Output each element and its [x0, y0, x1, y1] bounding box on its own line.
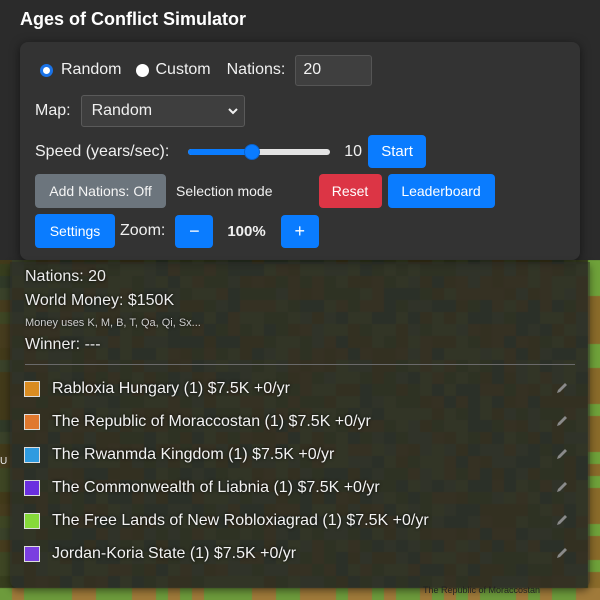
radio-checked-icon[interactable]	[40, 63, 53, 77]
zoom-label: Zoom:	[120, 222, 166, 239]
pencil-icon[interactable]	[555, 447, 569, 461]
nations-input[interactable]: 20	[295, 54, 373, 86]
money-note: Money uses K, M, B, T, Qa, Qi, Sx...	[25, 317, 201, 329]
control-panel: Random Custom Nations: 20 Map: Random Sp…	[20, 42, 580, 260]
speed-label: Speed (years/sec):	[35, 142, 170, 160]
random-radio-label[interactable]: Random	[61, 61, 121, 79]
nation-color-swatch	[24, 447, 40, 463]
add-nations-button[interactable]: Add Nations: Off	[35, 174, 166, 208]
nation-color-swatch	[24, 513, 40, 529]
pencil-icon[interactable]	[555, 546, 569, 560]
pencil-icon[interactable]	[555, 381, 569, 395]
map-nation-label-left: U	[0, 456, 8, 467]
zoom-row: Settings Zoom: − 100% +	[35, 214, 319, 248]
nation-item[interactable]: Jordan-Koria State (1) $7.5K +0/yr	[24, 541, 579, 567]
zoom-out-button[interactable]: −	[175, 214, 214, 248]
start-button[interactable]: Start	[368, 135, 427, 168]
reset-button[interactable]: Reset	[318, 174, 382, 208]
map-select-value: Random	[91, 102, 153, 119]
custom-radio-label[interactable]: Custom	[155, 61, 210, 79]
action-row: Add Nations: Off Selection mode Reset Le…	[35, 174, 495, 208]
nation-item[interactable]: The Commonwealth of Liabnia (1) $7.5K +0…	[24, 475, 579, 501]
nation-color-swatch	[24, 546, 40, 562]
nation-color-swatch	[24, 414, 40, 430]
nation-item[interactable]: The Republic of Moraccostan (1) $7.5K +0…	[24, 409, 579, 435]
nation-label: The Commonwealth of Liabnia (1) $7.5K +0…	[52, 479, 380, 496]
nation-label: The Rwanmda Kingdom (1) $7.5K +0/yr	[52, 446, 335, 463]
nation-label: The Republic of Moraccostan (1) $7.5K +0…	[52, 413, 371, 430]
divider	[25, 364, 575, 365]
nations-label: Nations:	[226, 61, 286, 78]
map-row: Map: Random	[35, 95, 245, 127]
nations-count: Nations: 20	[25, 268, 106, 285]
leaderboard-button[interactable]: Leaderboard	[387, 174, 495, 208]
zoom-in-button[interactable]: +	[280, 214, 319, 248]
settings-button[interactable]: Settings	[35, 214, 115, 248]
radio-unchecked-icon[interactable]	[136, 63, 150, 77]
chevron-down-icon	[227, 108, 238, 115]
speed-slider[interactable]	[188, 143, 331, 160]
speed-slider-fill	[188, 148, 253, 155]
mode-row: Random Custom Nations: 20	[40, 54, 373, 86]
map-select[interactable]: Random	[80, 95, 245, 127]
speed-row: Speed (years/sec): 10 Start	[35, 135, 427, 168]
map-label: Map:	[35, 102, 71, 119]
nation-item[interactable]: The Free Lands of New Robloxiagrad (1) $…	[24, 508, 579, 534]
pencil-icon[interactable]	[555, 480, 569, 494]
nation-label: Rabloxia Hungary (1) $7.5K +0/yr	[52, 380, 290, 397]
zoom-value: 100%	[227, 222, 266, 240]
selection-mode-label: Selection mode	[176, 183, 273, 199]
nation-label: Jordan-Koria State (1) $7.5K +0/yr	[52, 545, 297, 562]
nation-color-swatch	[24, 381, 40, 397]
speed-slider-thumb[interactable]	[244, 143, 261, 160]
nation-label: The Free Lands of New Robloxiagrad (1) $…	[52, 512, 429, 529]
pencil-icon[interactable]	[555, 513, 569, 527]
nation-item[interactable]: Rabloxia Hungary (1) $7.5K +0/yr	[24, 376, 579, 402]
world-money: World Money: $150K	[25, 292, 175, 309]
nation-item[interactable]: The Rwanmda Kingdom (1) $7.5K +0/yr	[24, 442, 579, 468]
pencil-icon[interactable]	[555, 414, 569, 428]
app-title: Ages of Conflict Simulator	[20, 9, 247, 29]
nation-color-swatch	[24, 480, 40, 496]
map-nation-label: The Republic of Moraccostan	[423, 585, 541, 595]
speed-value: 10	[344, 142, 363, 160]
winner-text: Winner: ---	[25, 336, 101, 353]
